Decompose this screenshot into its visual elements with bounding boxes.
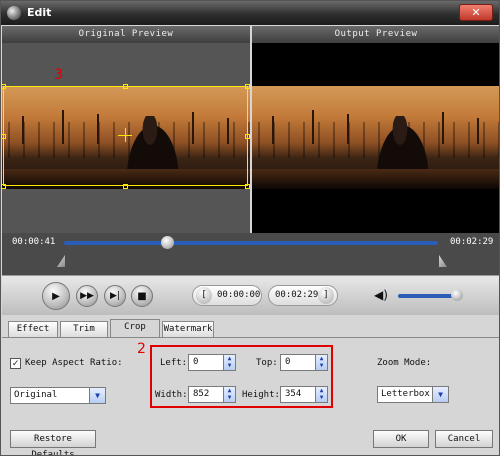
crop-handle-bottom-right[interactable]: [245, 184, 250, 189]
crop-handle-left[interactable]: [2, 134, 6, 139]
output-video-frame: [252, 86, 499, 189]
crop-handle-bottom-left[interactable]: [2, 184, 6, 189]
tab-watermark[interactable]: Watermark: [162, 321, 214, 337]
app-icon: [7, 6, 21, 20]
aspect-ratio-select[interactable]: Original ▼: [10, 387, 106, 404]
zoom-mode-select[interactable]: Letterbox ▼: [377, 386, 449, 403]
start-time-field[interactable]: [ 00:00:00: [192, 285, 262, 306]
step-frame-icon: ▶|: [110, 291, 120, 301]
close-icon: ✕: [471, 6, 481, 19]
set-start-icon[interactable]: [: [196, 287, 212, 304]
check-icon: ✓: [12, 358, 19, 369]
ok-button[interactable]: OK: [373, 430, 429, 448]
start-marker-handle[interactable]: [57, 255, 65, 267]
tab-effect[interactable]: Effect: [8, 321, 58, 337]
start-time-value: 00:00:00: [217, 290, 261, 300]
end-time-value: 00:02:29: [275, 290, 319, 300]
crop-settings-highlight: [150, 345, 333, 408]
aspect-ratio-value: Original: [14, 390, 58, 400]
close-button[interactable]: ✕: [459, 4, 493, 21]
volume-thumb[interactable]: [451, 289, 463, 301]
stop-icon: ■: [137, 290, 147, 302]
edit-dialog: Edit ✕ Original Preview Output Preview 3: [0, 0, 500, 456]
play-icon: ▶: [52, 290, 60, 302]
crop-handle-top-left[interactable]: [2, 84, 6, 89]
volume-slider[interactable]: [398, 294, 458, 298]
crop-handle-bottom[interactable]: [123, 184, 128, 189]
set-end-icon[interactable]: ]: [318, 287, 334, 304]
output-preview: [252, 43, 499, 233]
edit-tabs: Effect Trim Crop Watermark: [2, 319, 499, 337]
seek-track[interactable]: [64, 241, 438, 245]
total-time: 00:02:29: [450, 237, 494, 247]
title-bar: Edit ✕: [1, 1, 499, 25]
keep-aspect-label: Keep Aspect Ratio:: [25, 358, 123, 368]
timeline-bar: 00:00:41 00:02:29: [2, 233, 499, 275]
seek-thumb[interactable]: [161, 236, 174, 249]
end-marker-handle[interactable]: [439, 255, 447, 267]
zoom-mode-value: Letterbox: [381, 389, 430, 399]
current-time: 00:00:41: [12, 237, 56, 247]
stop-button[interactable]: ■: [131, 285, 153, 307]
fast-forward-icon: ▶▶: [80, 291, 94, 301]
output-preview-header: Output Preview: [252, 26, 499, 43]
original-preview[interactable]: [2, 43, 250, 233]
zoom-mode-label: Zoom Mode:: [377, 358, 432, 368]
crop-handle-top[interactable]: [123, 84, 128, 89]
original-preview-header: Original Preview: [2, 26, 250, 43]
chevron-down-icon: ▼: [89, 388, 105, 403]
crop-handle-right[interactable]: [245, 134, 250, 139]
window-title: Edit: [27, 6, 52, 19]
step-frame-button[interactable]: ▶|: [104, 285, 126, 307]
crop-handle-top-right[interactable]: [245, 84, 250, 89]
restore-defaults-button[interactable]: Restore Defaults: [10, 430, 96, 455]
tab-trim[interactable]: Trim: [60, 321, 108, 337]
playback-controls: ▶ ▶▶ ▶| ■ [ 00:00:00 00:02:29 ] ◀): [2, 275, 499, 315]
cancel-button[interactable]: Cancel: [435, 430, 493, 448]
play-button[interactable]: ▶: [42, 282, 70, 310]
tab-crop[interactable]: Crop: [110, 319, 160, 337]
annotation-marker-3: 3: [54, 67, 63, 83]
keep-aspect-checkbox[interactable]: ✓: [10, 358, 21, 369]
end-time-field[interactable]: 00:02:29 ]: [268, 285, 338, 306]
chevron-down-icon: ▼: [432, 387, 448, 402]
annotation-marker-2: 2: [137, 341, 146, 357]
speaker-icon[interactable]: ◀): [374, 288, 388, 302]
fast-forward-button[interactable]: ▶▶: [76, 285, 98, 307]
